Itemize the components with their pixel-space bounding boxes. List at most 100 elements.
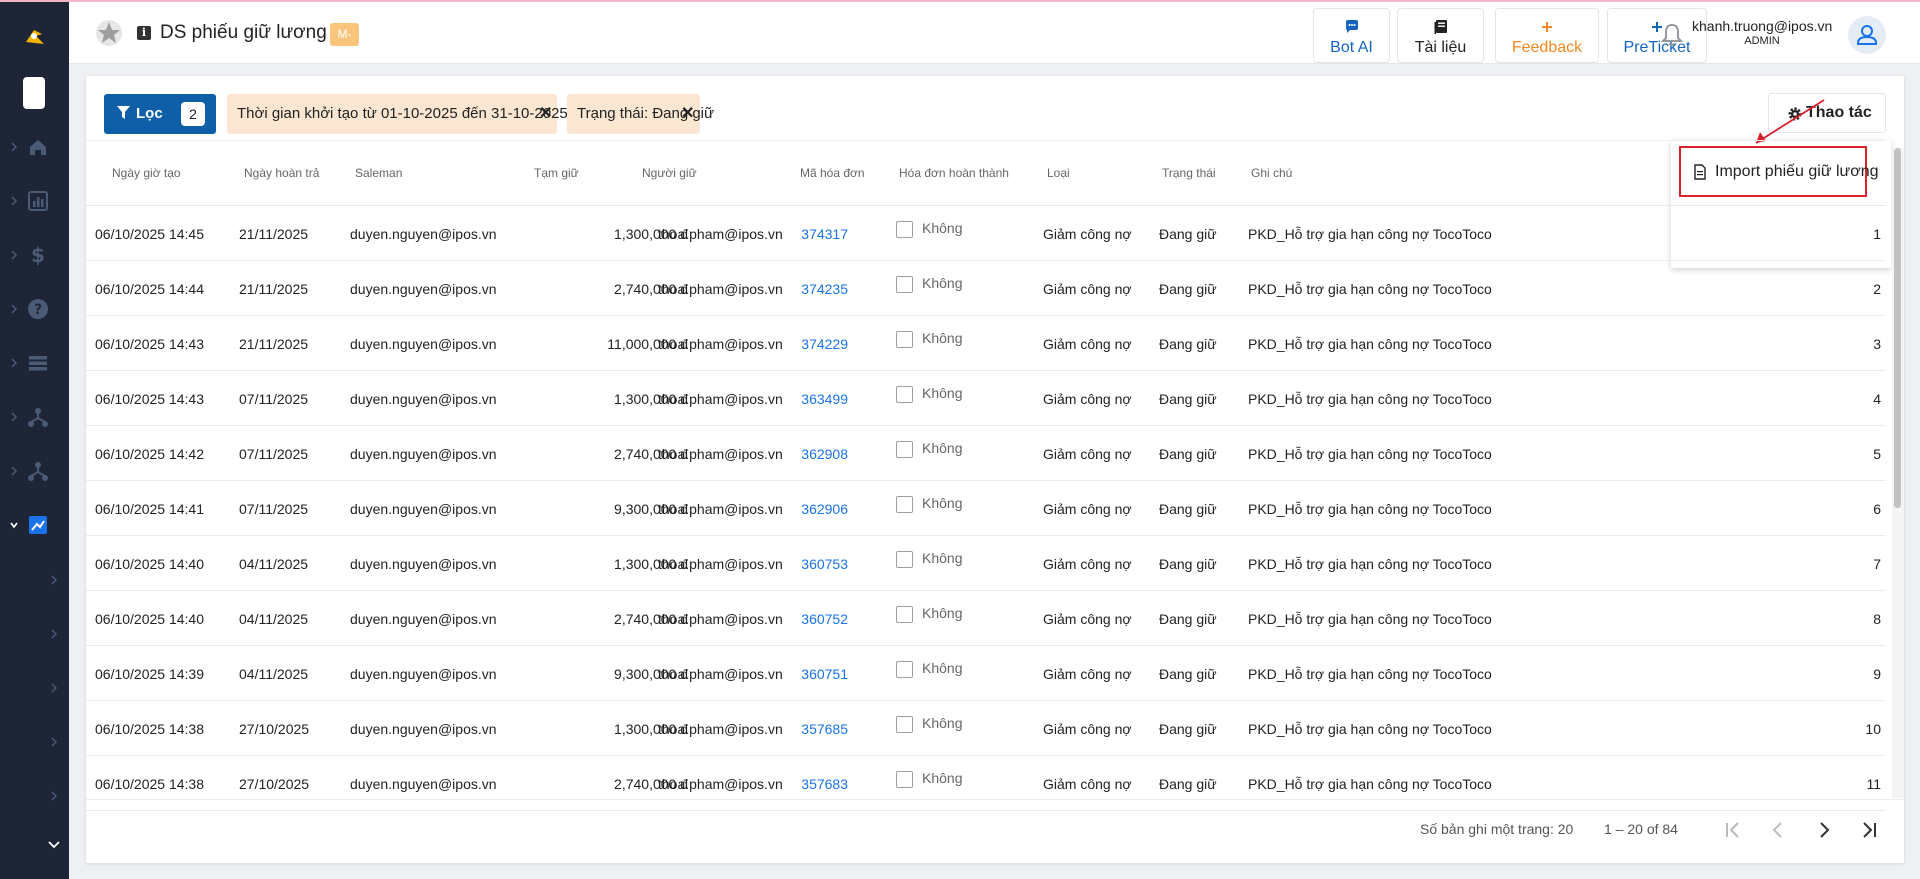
sidebar-item-home[interactable] <box>0 127 69 167</box>
cell-invoice[interactable]: 374317 <box>801 226 848 242</box>
info-icon[interactable]: i <box>137 26 151 40</box>
filter-button[interactable]: Lọc 2 <box>104 94 216 134</box>
close-icon[interactable]: ✕ <box>681 103 694 123</box>
invoice-done-checkbox[interactable] <box>896 606 913 623</box>
cell-invoice[interactable]: 357685 <box>801 721 848 737</box>
scrollbar-thumb[interactable] <box>1894 148 1901 508</box>
col-note[interactable]: Ghi chú <box>1251 166 1292 180</box>
col-amount[interactable]: Tạm giữ <box>534 166 579 180</box>
chevron-right-icon <box>11 142 18 152</box>
hierarchy-icon <box>28 462 48 481</box>
cell-type: Giảm công nợ <box>1043 391 1132 407</box>
table-row[interactable]: 06/10/2025 14:40 04/11/2025 duyen.nguyen@i… <box>86 536 1886 591</box>
docs-button[interactable]: Tài liệu <box>1397 8 1484 63</box>
sidebar-item-help[interactable]: ? <box>0 289 69 329</box>
cell-invoice[interactable]: 362906 <box>801 501 848 517</box>
sidebar-search-box[interactable] <box>23 77 45 109</box>
sidebar-item-payroll-active[interactable] <box>0 505 69 545</box>
submenu-chevron-icon[interactable] <box>48 735 60 749</box>
col-due[interactable]: Ngày hoàn trả <box>244 166 319 180</box>
cell-invoice[interactable]: 357683 <box>801 776 848 792</box>
sidebar-item-network-2[interactable] <box>0 451 69 491</box>
cell-created: 06/10/2025 14:38 <box>95 721 204 737</box>
cell-invoice[interactable]: 363499 <box>801 391 848 407</box>
sidebar-item-network[interactable] <box>0 397 69 437</box>
cell-due: 07/11/2025 <box>239 446 309 462</box>
table-row[interactable]: 06/10/2025 14:44 21/11/2025 duyen.nguyen@i… <box>86 261 1886 316</box>
cell-row-number: 1 <box>1873 226 1881 242</box>
cell-note: PKD_Hỗ trợ gia hạn công nợ TocoToco <box>1248 391 1492 407</box>
cell-created: 06/10/2025 14:44 <box>95 281 204 297</box>
table-row[interactable]: 06/10/2025 14:38 27/10/2025 duyen.nguyen@i… <box>86 701 1886 756</box>
col-holder[interactable]: Người giữ <box>642 166 697 180</box>
cell-holder: thoa.pham@ipos.vn <box>658 281 783 297</box>
col-status[interactable]: Trạng thái <box>1162 166 1216 180</box>
cell-created: 06/10/2025 14:43 <box>95 391 204 407</box>
table-row[interactable]: 06/10/2025 14:45 21/11/2025 duyen.nguyen@i… <box>86 206 1886 261</box>
cell-invoice[interactable]: 374229 <box>801 336 848 352</box>
cell-holder: thoa.pham@ipos.vn <box>658 336 783 352</box>
close-icon[interactable]: ✕ <box>539 103 552 123</box>
col-created[interactable]: Ngày giờ tạo <box>112 166 181 180</box>
invoice-done-checkbox[interactable] <box>896 551 913 568</box>
sidebar-item-list[interactable] <box>0 343 69 383</box>
submenu-chevron-icon[interactable] <box>48 627 60 641</box>
last-page-icon[interactable] <box>1857 818 1881 842</box>
col-done[interactable]: Hóa đơn hoàn thành <box>899 166 1009 180</box>
invoice-done-checkbox[interactable] <box>896 716 913 733</box>
submenu-chevron-icon[interactable] <box>48 573 60 587</box>
previous-page-icon[interactable] <box>1766 818 1790 842</box>
table-row[interactable]: 06/10/2025 14:43 07/11/2025 duyen.nguyen@i… <box>86 371 1886 426</box>
table-row[interactable]: 06/10/2025 14:43 21/11/2025 duyen.nguyen@i… <box>86 316 1886 371</box>
col-saleman[interactable]: Saleman <box>355 166 402 180</box>
sidebar-item-reports[interactable] <box>0 181 69 221</box>
table-row[interactable]: 06/10/2025 14:41 07/11/2025 duyen.nguyen@i… <box>86 481 1886 536</box>
cell-invoice[interactable]: 374235 <box>801 281 848 297</box>
cell-due: 04/11/2025 <box>239 666 309 682</box>
vertical-scrollbar[interactable] <box>1892 148 1904 798</box>
invoice-done-checkbox[interactable] <box>896 221 913 238</box>
table-row[interactable]: 06/10/2025 14:39 04/11/2025 duyen.nguyen@i… <box>86 646 1886 701</box>
col-type[interactable]: Loại <box>1047 166 1070 180</box>
bot-ai-button[interactable]: Bot AI <box>1313 8 1390 63</box>
invoice-done-checkbox[interactable] <box>896 441 913 458</box>
cell-invoice[interactable]: 360751 <box>801 666 848 682</box>
cell-holder: thoa.pham@ipos.vn <box>658 226 783 242</box>
chevron-right-icon <box>11 196 18 206</box>
bell-icon[interactable] <box>1660 22 1684 48</box>
invoice-done-checkbox[interactable] <box>896 386 913 403</box>
col-invoice[interactable]: Mã hóa đơn <box>800 166 865 180</box>
sidebar-item-finance[interactable]: $ <box>0 235 69 275</box>
invoice-done-checkbox[interactable] <box>896 661 913 678</box>
checkbox-label: Không <box>922 715 963 731</box>
favorite-star-icon[interactable] <box>95 19 123 47</box>
cell-saleman: duyen.nguyen@ipos.vn <box>350 446 497 462</box>
user-email[interactable]: khanh.truong@ipos.vn <box>1692 18 1832 34</box>
invoice-done-checkbox[interactable] <box>896 771 913 788</box>
table-row[interactable]: 06/10/2025 14:42 07/11/2025 duyen.nguyen@i… <box>86 426 1886 481</box>
invoice-done-checkbox[interactable] <box>896 496 913 513</box>
cell-type: Giảm công nợ <box>1043 281 1132 297</box>
submenu-chevron-icon[interactable] <box>48 789 60 803</box>
avatar[interactable] <box>1848 16 1886 54</box>
feedback-button[interactable]: Feedback <box>1495 8 1599 63</box>
cell-invoice[interactable]: 360753 <box>801 556 848 572</box>
cell-note: PKD_Hỗ trợ gia hạn công nợ TocoToco <box>1248 501 1492 517</box>
chevron-down-icon[interactable] <box>47 840 61 850</box>
next-page-icon[interactable] <box>1812 818 1836 842</box>
invoice-done-checkbox[interactable] <box>896 276 913 293</box>
cell-created: 06/10/2025 14:41 <box>95 501 204 517</box>
first-page-icon[interactable] <box>1721 818 1745 842</box>
cell-saleman: duyen.nguyen@ipos.vn <box>350 666 497 682</box>
app-logo-icon[interactable] <box>22 24 48 50</box>
page-size-label[interactable]: Số bản ghi một trang: 20 <box>1420 821 1573 837</box>
table-row[interactable]: 06/10/2025 14:40 04/11/2025 duyen.nguyen@i… <box>86 591 1886 646</box>
cell-status: Đang giữ <box>1159 666 1217 682</box>
checkbox-label: Không <box>922 770 963 786</box>
submenu-chevron-icon[interactable] <box>48 681 60 695</box>
cell-invoice[interactable]: 360752 <box>801 611 848 627</box>
funnel-icon <box>117 106 130 119</box>
invoice-done-checkbox[interactable] <box>896 331 913 348</box>
cell-invoice[interactable]: 362908 <box>801 446 848 462</box>
cell-type: Giảm công nợ <box>1043 446 1132 462</box>
